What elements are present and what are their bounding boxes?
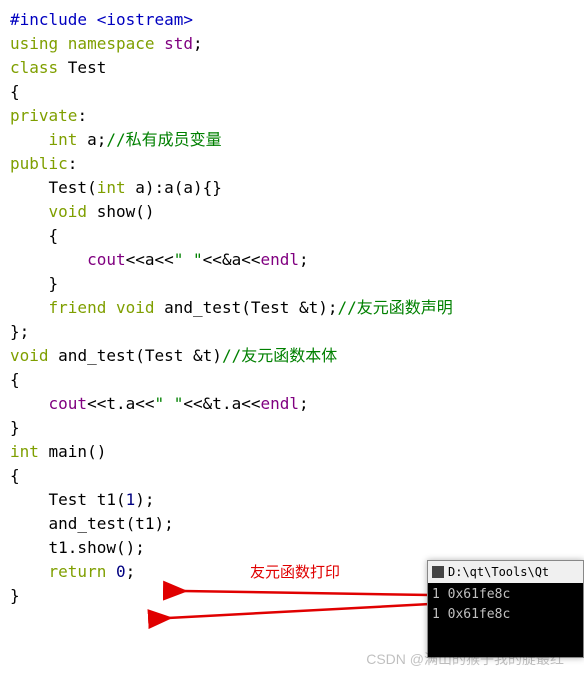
console-title: D:\qt\Tools\Qt — [448, 563, 549, 581]
console-line: 1 0x61fe8c — [432, 587, 510, 602]
console-window: D:\qt\Tools\Qt 1 0x61fe8c 1 0x61fe8c — [427, 560, 584, 658]
console-icon — [432, 566, 444, 578]
comment: //友元函数本体 — [222, 346, 337, 365]
comment: //私有成员变量 — [106, 130, 221, 149]
code-block: #include <iostream> using namespace std;… — [10, 8, 574, 608]
preproc: #include — [10, 10, 97, 29]
comment: //友元函数声明 — [338, 298, 453, 317]
include-file: <iostream> — [97, 10, 193, 29]
console-titlebar: D:\qt\Tools\Qt — [428, 561, 583, 583]
console-body: 1 0x61fe8c 1 0x61fe8c — [428, 583, 583, 657]
console-line: 1 0x61fe8c — [432, 607, 510, 622]
